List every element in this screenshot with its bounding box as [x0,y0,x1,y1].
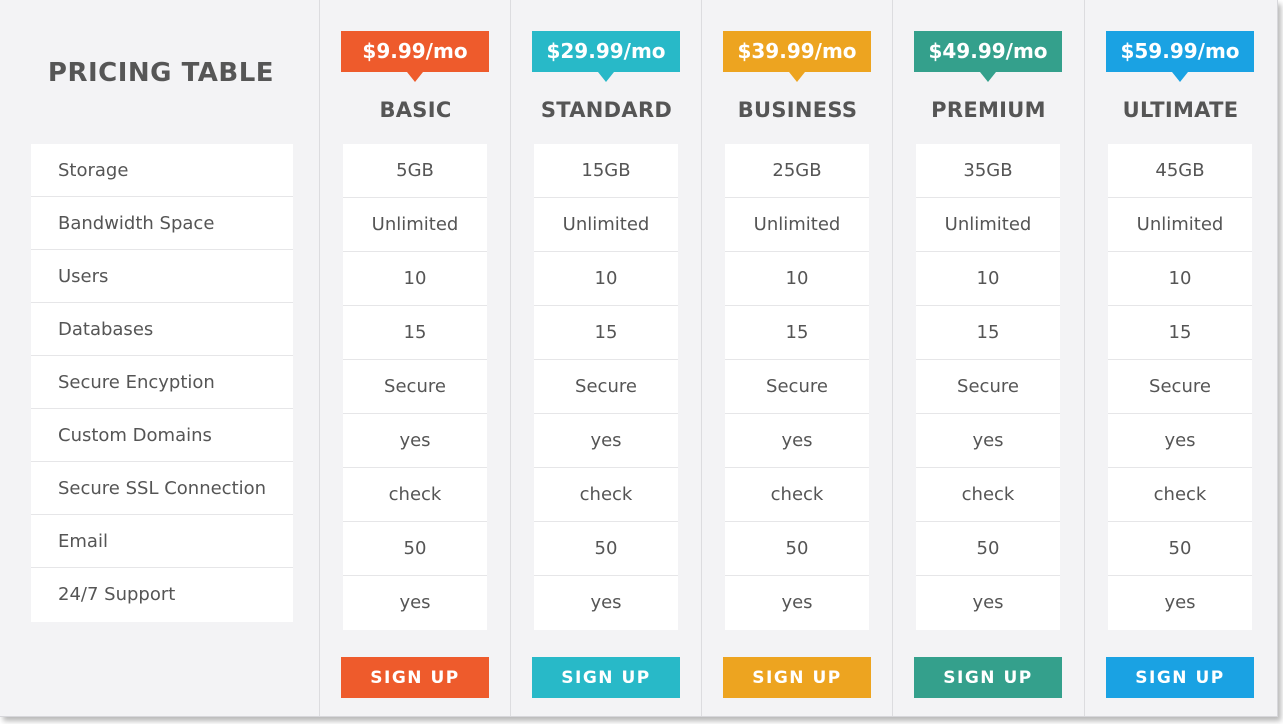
sign-up-button-business[interactable]: SIGN UP [723,657,871,698]
value-bandwidth-space: Unlimited [725,198,869,252]
sign-up-button-basic[interactable]: SIGN UP [341,657,489,698]
value-users: 10 [343,252,487,306]
page-title: PRICING TABLE [47,58,275,88]
feature-secure-encryption: Secure Encyption [31,356,293,409]
pricing-table: PRICING TABLE Storage Bandwidth Space Us… [0,0,1278,717]
value-users: 10 [916,252,1060,306]
plan-business: $39.99/mo BUSINESS 25GB Unlimited 10 15 … [701,0,893,716]
feature-custom-domains: Custom Domains [31,409,293,462]
value-users: 10 [725,252,869,306]
plan-values: 45GB Unlimited 10 15 Secure yes check 50… [1108,144,1252,630]
value-bandwidth-space: Unlimited [916,198,1060,252]
value-databases: 15 [1108,306,1252,360]
value-secure-encryption: Secure [343,360,487,414]
plan-values: 35GB Unlimited 10 15 Secure yes check 50… [916,144,1060,630]
value-email: 50 [725,522,869,576]
value-email: 50 [343,522,487,576]
plan-name: ULTIMATE [1122,98,1239,122]
value-secure-encryption: Secure [534,360,678,414]
value-users: 10 [534,252,678,306]
price-tag: $39.99/mo [723,31,871,82]
plan-values: 25GB Unlimited 10 15 Secure yes check 50… [725,144,869,630]
value-storage: 25GB [725,144,869,198]
feature-users: Users [31,250,293,303]
plan-name: STANDARD [540,98,673,122]
value-databases: 15 [343,306,487,360]
value-support: yes [916,576,1060,630]
value-bandwidth-space: Unlimited [1108,198,1252,252]
value-databases: 15 [916,306,1060,360]
plan-name: BUSINESS [737,98,858,122]
value-support: yes [534,576,678,630]
value-support: yes [725,576,869,630]
value-support: yes [343,576,487,630]
plan-ultimate: $59.99/mo ULTIMATE 45GB Unlimited 10 15 … [1084,0,1276,716]
value-email: 50 [916,522,1060,576]
price-tag: $49.99/mo [914,31,1062,82]
value-storage: 15GB [534,144,678,198]
value-databases: 15 [725,306,869,360]
value-ssl-connection: check [916,468,1060,522]
feature-ssl-connection: Secure SSL Connection [31,462,293,515]
feature-databases: Databases [31,303,293,356]
plan-name: BASIC [379,98,452,122]
sign-up-button-premium[interactable]: SIGN UP [914,657,1062,698]
price-tag: $29.99/mo [532,31,680,82]
sign-up-button-standard[interactable]: SIGN UP [532,657,680,698]
value-secure-encryption: Secure [1108,360,1252,414]
plan-premium: $49.99/mo PREMIUM 35GB Unlimited 10 15 S… [892,0,1084,716]
value-custom-domains: yes [1108,414,1252,468]
value-secure-encryption: Secure [916,360,1060,414]
value-ssl-connection: check [725,468,869,522]
feature-list: Storage Bandwidth Space Users Databases … [31,144,293,622]
price-tag: $59.99/mo [1106,31,1254,82]
value-ssl-connection: check [534,468,678,522]
value-bandwidth-space: Unlimited [534,198,678,252]
value-custom-domains: yes [725,414,869,468]
value-storage: 45GB [1108,144,1252,198]
value-users: 10 [1108,252,1252,306]
value-custom-domains: yes [916,414,1060,468]
feature-bandwidth-space: Bandwidth Space [31,197,293,250]
plan-values: 5GB Unlimited 10 15 Secure yes check 50 … [343,144,487,630]
value-bandwidth-space: Unlimited [343,198,487,252]
plan-name: PREMIUM [931,98,1046,122]
plan-basic: $9.99/mo BASIC 5GB Unlimited 10 15 Secur… [319,0,511,716]
feature-label-column: PRICING TABLE Storage Bandwidth Space Us… [0,0,319,716]
value-email: 50 [1108,522,1252,576]
value-databases: 15 [534,306,678,360]
feature-support: 24/7 Support [31,568,293,622]
plan-standard: $29.99/mo STANDARD 15GB Unlimited 10 15 … [510,0,702,716]
feature-email: Email [31,515,293,568]
value-custom-domains: yes [343,414,487,468]
value-secure-encryption: Secure [725,360,869,414]
price-tag: $9.99/mo [341,31,489,82]
value-custom-domains: yes [534,414,678,468]
sign-up-button-ultimate[interactable]: SIGN UP [1106,657,1254,698]
value-storage: 35GB [916,144,1060,198]
value-support: yes [1108,576,1252,630]
value-email: 50 [534,522,678,576]
value-ssl-connection: check [343,468,487,522]
value-ssl-connection: check [1108,468,1252,522]
plan-values: 15GB Unlimited 10 15 Secure yes check 50… [534,144,678,630]
value-storage: 5GB [343,144,487,198]
feature-storage: Storage [31,144,293,197]
